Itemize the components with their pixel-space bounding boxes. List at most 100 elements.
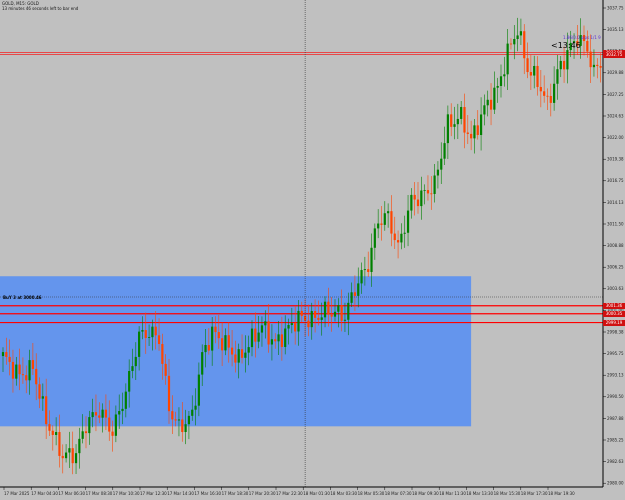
candle-body <box>513 38 516 45</box>
candle-body <box>154 326 157 336</box>
candle-body <box>476 125 479 136</box>
candle-body <box>330 314 333 317</box>
candle-body <box>450 114 453 127</box>
candle-body <box>55 432 58 435</box>
time-tick-label: 17 Mar 14:30 <box>167 491 194 496</box>
candle-body <box>466 132 469 134</box>
candle-body <box>181 419 184 433</box>
time-tick-label: 17 Mar 20:30 <box>249 491 276 496</box>
candle-body <box>539 86 542 92</box>
candle-body <box>340 305 343 321</box>
candle-body <box>240 349 244 358</box>
price-tag: 3001.36 <box>603 302 625 309</box>
price-tick-label: 2982.63 <box>607 459 624 464</box>
candle-body <box>8 356 11 362</box>
candle-body <box>94 412 98 416</box>
candle-body <box>267 321 270 345</box>
candle-body <box>161 344 164 364</box>
candle-body <box>596 64 599 67</box>
candle-body <box>453 124 456 127</box>
candle-body <box>493 87 496 110</box>
candle-body <box>347 302 350 320</box>
candle-body <box>509 43 513 45</box>
candle-body <box>297 310 300 332</box>
candle-body <box>536 65 539 87</box>
candle-body <box>307 320 310 328</box>
candle-body <box>194 405 197 410</box>
candle-body <box>387 211 390 214</box>
time-tick-label: 18 Mar 13:30 <box>466 491 493 496</box>
candle-body <box>211 326 214 351</box>
candle-body <box>333 311 337 317</box>
time-tick-label: 18 Mar 17:30 <box>521 491 548 496</box>
time-tick-label: 18 Mar 03:30 <box>330 491 357 496</box>
candle-body <box>108 417 111 432</box>
candle-body <box>586 41 589 52</box>
candle-body <box>68 448 71 453</box>
candle-body <box>546 95 549 97</box>
candle-body <box>383 213 386 225</box>
candle-body <box>35 368 38 385</box>
time-tick-label: 18 Mar 09:30 <box>412 491 439 496</box>
price-tick-label: 3027.25 <box>607 92 624 97</box>
candle-body <box>327 301 330 315</box>
candle-body <box>111 431 114 436</box>
time-tick-label: 17 Mar 06:30 <box>58 491 85 496</box>
candle-body <box>396 240 400 243</box>
candle-body <box>128 371 131 392</box>
candle-body <box>214 326 217 333</box>
candle-body <box>460 107 463 119</box>
candle-body <box>48 424 51 431</box>
candle-body <box>274 339 277 342</box>
candle-body <box>237 349 240 363</box>
candle-body <box>317 317 320 320</box>
candle-body <box>549 95 552 103</box>
candle-body <box>499 76 503 86</box>
candle-body <box>357 283 360 296</box>
candle-body <box>28 360 31 381</box>
candle-body <box>353 292 357 296</box>
candle-body <box>420 190 423 207</box>
price-tick-label: 2987.88 <box>607 416 624 421</box>
price-tick-label: 3006.25 <box>607 265 624 270</box>
candle-body <box>264 321 267 326</box>
price-tick-label: 3029.88 <box>607 70 624 75</box>
candle-body <box>483 105 486 115</box>
candle-body <box>284 328 287 347</box>
candle-body <box>337 305 340 312</box>
candle-body <box>1 352 5 357</box>
price-tick-label: 3003.63 <box>607 286 624 291</box>
candle-body <box>74 453 78 464</box>
candle-body <box>45 396 48 425</box>
candle-body <box>98 415 101 418</box>
candle-body <box>244 352 247 358</box>
candle-body <box>543 91 546 96</box>
candle-body <box>559 60 562 70</box>
candle-body <box>489 99 493 110</box>
candle-body <box>436 169 440 176</box>
candle-body <box>553 83 556 103</box>
candle-body <box>406 210 410 233</box>
price-tick-label: 3014.13 <box>607 200 624 205</box>
candle-body <box>134 356 137 367</box>
candle-body <box>114 414 117 436</box>
candle-body <box>247 347 250 353</box>
candle-body <box>523 31 526 59</box>
candle-body <box>227 335 230 348</box>
candle-body <box>41 396 44 399</box>
price-tick-label: 2993.13 <box>607 373 624 378</box>
price-chart[interactable]: 3037.753035.133032.503029.883027.253024.… <box>0 0 625 500</box>
candle-body <box>58 432 61 456</box>
candle-body <box>446 114 449 144</box>
candle-body <box>221 338 224 351</box>
candle-body <box>410 194 413 211</box>
candle-body <box>15 364 18 379</box>
price-tag: 3032.75 <box>603 51 625 58</box>
candle-body <box>64 452 68 459</box>
candle-body <box>260 325 264 333</box>
candle-body <box>589 51 592 68</box>
candle-body <box>250 328 254 348</box>
candle-body <box>101 409 104 418</box>
price-tick-label: 2980.00 <box>607 481 624 486</box>
candle-body <box>121 408 124 412</box>
